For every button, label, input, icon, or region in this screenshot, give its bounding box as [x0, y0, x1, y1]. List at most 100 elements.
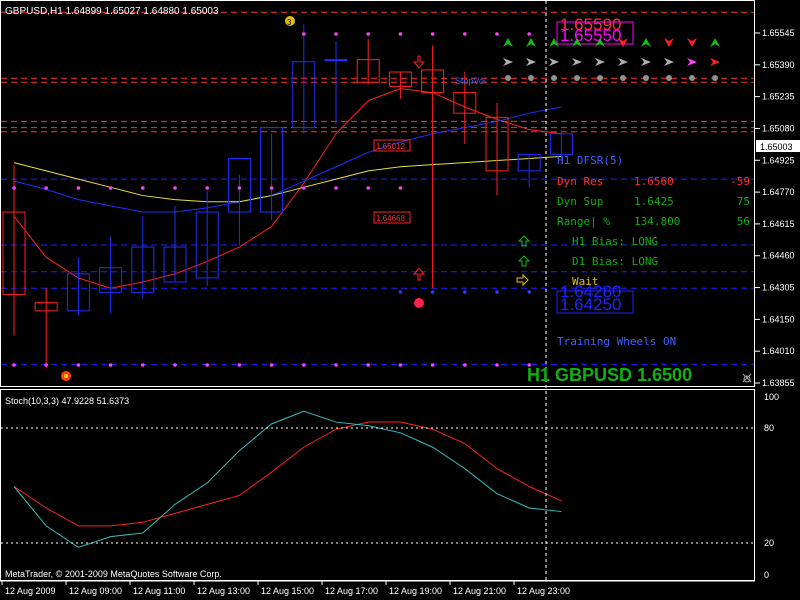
signal-dot	[205, 186, 209, 190]
level-label-upper: 1.65012	[373, 139, 411, 152]
signal-dot	[398, 363, 403, 367]
level-label-lower: 1.64668	[373, 211, 411, 224]
wait-status: Wait	[572, 275, 599, 288]
moving-average-line	[13, 106, 562, 213]
signal-dot	[76, 186, 81, 190]
stoch-tick-20: 20	[764, 538, 774, 548]
candles[interactable]	[2, 24, 573, 369]
status-dot-icon	[643, 75, 649, 81]
direction-arrow-icon	[664, 58, 674, 66]
d1-bias: D1 Bias: LONG	[572, 255, 658, 268]
signal-dot	[334, 32, 338, 36]
signal-dot	[334, 186, 338, 190]
signal-dot	[302, 363, 306, 367]
direction-arrow-icon	[503, 58, 513, 66]
time-tick-label: 12 Aug 13:00	[197, 586, 250, 596]
top-fractal-marker-icon: 3	[285, 16, 295, 27]
signal-dot	[141, 363, 145, 367]
status-dot-icon	[574, 75, 580, 81]
price-axis: 1.65545 1.65390 1.65235 1.65080 1.64925 1.647…	[755, 28, 795, 388]
training-wheels: Training Wheels ON	[557, 335, 676, 348]
low-fractal-marker-icon	[61, 371, 71, 381]
price-tick-label: 1.64460	[762, 251, 795, 261]
signal-dot	[430, 363, 435, 367]
direction-arrow-icon	[687, 58, 697, 66]
time-tick-label: 12 Aug 09:00	[69, 586, 122, 596]
candle[interactable]	[99, 236, 123, 313]
candle[interactable]	[34, 288, 58, 369]
price-tick-label: 1.65235	[762, 92, 795, 102]
stoch-tick-0: 0	[764, 570, 769, 580]
signal-dot	[495, 32, 499, 36]
scissors-icon	[742, 373, 752, 383]
signal-dot	[398, 290, 403, 294]
stopvol-label: StopVol	[455, 76, 486, 86]
signal-dot	[205, 363, 209, 367]
status-dot-icon	[528, 75, 534, 81]
sell-arrow-icon	[412, 55, 426, 69]
candle[interactable]	[356, 39, 380, 85]
dyn-sup-label: Dyn Sup	[557, 195, 603, 208]
stoch-tick-80: 80	[764, 423, 774, 433]
signal-dot	[76, 363, 81, 367]
range-diff: 56	[737, 215, 750, 228]
signal-dot	[366, 32, 371, 36]
status-dot-icon	[712, 75, 718, 81]
signal-dot	[269, 186, 274, 190]
level-label-lower-text: 1.64668	[376, 214, 405, 223]
candle[interactable]	[388, 71, 412, 99]
range-label: Range| %	[557, 215, 610, 228]
signal-dot	[141, 186, 145, 190]
bottom-price-value: 1.64250	[560, 295, 621, 314]
dyn-sup-diff: 75	[737, 195, 750, 208]
signal-dot	[237, 186, 242, 190]
trend-arrow-icon	[503, 38, 513, 47]
signal-dot	[430, 32, 435, 36]
big-symbol-label: H1 GBPUSD 1.6500	[527, 365, 692, 385]
price-tick-label: 1.65080	[762, 123, 795, 133]
signal-dot	[398, 186, 403, 190]
status-dot-icon	[505, 75, 511, 81]
signal-dot	[269, 363, 274, 367]
candle[interactable]	[421, 45, 445, 289]
trend-arrow-icon	[687, 38, 697, 47]
stoch-lines	[13, 410, 562, 548]
price-tick-label: 1.64305	[762, 283, 795, 293]
signal-dot	[430, 290, 435, 294]
time-tick-label: 12 Aug 19:00	[389, 586, 442, 596]
signal-dot	[527, 290, 531, 294]
candle[interactable]	[2, 164, 26, 336]
stoch-series-line	[13, 421, 562, 527]
signal-dot	[173, 186, 177, 190]
price-tick-label: 1.65545	[762, 28, 795, 38]
price-tick-label: 1.64925	[762, 155, 795, 165]
time-axis: 12 Aug 2009 12 Aug 09:00 12 Aug 11:00 12 Au…	[1, 581, 570, 596]
status-dot-icon	[666, 75, 672, 81]
time-tick-label: 12 Aug 11:00	[133, 586, 185, 596]
signal-dot	[44, 363, 48, 367]
signal-dot	[495, 290, 499, 294]
direction-arrow-icon	[641, 58, 651, 66]
time-tick-label: 12 Aug 17:00	[325, 586, 378, 596]
trading-chart[interactable]: GBPUSD,H1 1.64899 1.65027 1.64880 1.6500…	[0, 0, 800, 600]
signal-dot	[302, 186, 306, 190]
status-dot-icon	[551, 75, 557, 81]
candle[interactable]	[66, 257, 90, 315]
direction-arrow-icon	[549, 58, 559, 66]
signal-dot	[463, 32, 467, 36]
dfsr-panel: H1 DFSR(5) Dyn Res 1.6560 -59 Dyn Sup 1.…	[557, 154, 750, 348]
stoch-title: Stoch(10,3,3) 47.9228 51.6373	[5, 396, 129, 406]
dyn-res-value: 1.6560	[634, 175, 674, 188]
direction-arrow-icon	[572, 58, 582, 66]
candle[interactable]	[260, 127, 284, 221]
candle[interactable]	[131, 216, 155, 299]
trend-arrow-icon	[710, 38, 720, 47]
price-tick-label: 1.64770	[762, 187, 795, 197]
candle-body	[324, 59, 348, 62]
status-dot-icon	[597, 75, 603, 81]
trend-arrow-icon	[641, 38, 651, 47]
dyn-res-label: Dyn Res	[557, 175, 603, 188]
stoch-tick-100: 100	[764, 392, 779, 402]
candle[interactable]	[292, 24, 316, 134]
dyn-res-diff: -59	[730, 175, 750, 188]
